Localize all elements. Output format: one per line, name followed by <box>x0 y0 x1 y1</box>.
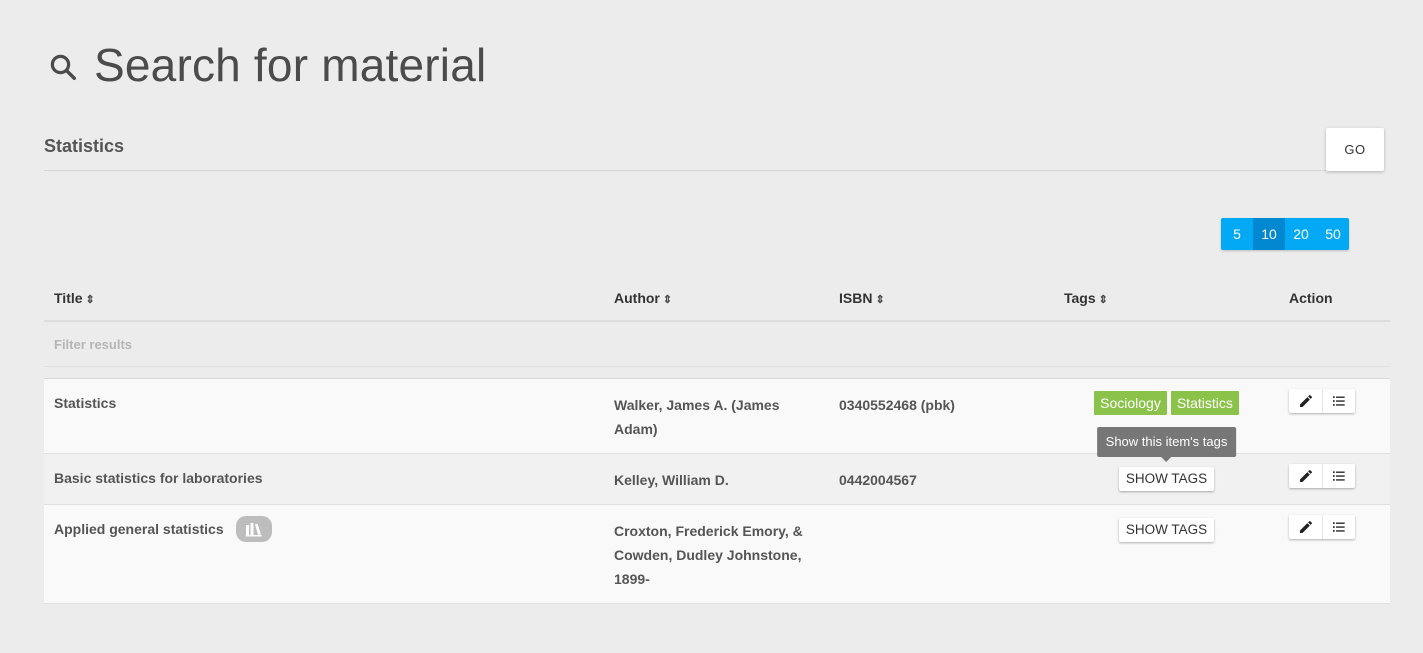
action-button-group <box>1289 514 1355 539</box>
page-title: Search for material <box>94 39 487 91</box>
table-row: Statistics Walker, James A. (James Adam)… <box>44 378 1390 462</box>
sort-icon: ⇕ <box>85 294 95 306</box>
title-cell[interactable]: Basic statistics for laboratories <box>44 453 604 505</box>
list-icon <box>1333 470 1345 481</box>
library-books-icon <box>235 515 272 542</box>
action-cell <box>1279 378 1390 454</box>
page-size-selector: 5 10 20 50 <box>1221 218 1349 250</box>
tags-cell: SHOW TAGS <box>1054 504 1279 604</box>
page-size-5-button[interactable]: 5 <box>1221 218 1253 250</box>
sort-icon: ⇕ <box>662 294 673 306</box>
list-button[interactable] <box>1322 388 1355 413</box>
column-header-action: Action <box>1279 276 1390 322</box>
search-input[interactable] <box>44 136 1244 157</box>
action-cell <box>1279 504 1390 604</box>
column-header-isbn[interactable]: ISBN ⇕ <box>829 276 1054 322</box>
table-header-row: Title ⇕ Author ⇕ ISBN ⇕ Tags ⇕ Action <box>44 276 1390 322</box>
table-row: Applied general statistics Croxton, Fred… <box>44 504 1390 604</box>
list-button[interactable] <box>1322 463 1355 488</box>
page-header: Search for material <box>48 38 486 92</box>
author-cell: Kelley, William D. <box>604 453 829 505</box>
isbn-cell: 0442004567 <box>829 453 1054 505</box>
search-bar: GO <box>44 128 1384 171</box>
author-cell: Walker, James A. (James Adam) <box>604 378 829 454</box>
show-tags-button[interactable]: SHOW TAGS <box>1118 466 1215 491</box>
list-icon <box>1333 521 1345 532</box>
table-row: Basic statistics for laboratories Kelley… <box>44 453 1390 505</box>
isbn-cell: 0340552468 (pbk) <box>829 378 1054 454</box>
filter-row <box>44 321 1390 367</box>
author-cell: Croxton, Frederick Emory, & Cowden, Dudl… <box>604 504 829 604</box>
page-size-20-button[interactable]: 20 <box>1285 218 1317 250</box>
go-button[interactable]: GO <box>1326 128 1384 171</box>
list-icon <box>1333 395 1345 406</box>
filter-input[interactable] <box>54 336 354 352</box>
pencil-icon <box>1299 469 1312 482</box>
tags-cell: Sociology Statistics Show this item's tag… <box>1054 378 1279 462</box>
edit-button[interactable] <box>1289 515 1322 539</box>
title-cell[interactable]: Statistics <box>44 378 604 454</box>
isbn-cell <box>829 504 1054 604</box>
edit-button[interactable] <box>1289 464 1322 488</box>
title-cell[interactable]: Applied general statistics <box>44 504 604 604</box>
page-size-10-button[interactable]: 10 <box>1253 218 1285 250</box>
action-button-group <box>1289 388 1355 413</box>
search-icon <box>50 54 76 80</box>
show-tags-button[interactable]: SHOW TAGS <box>1118 517 1215 542</box>
page-size-50-button[interactable]: 50 <box>1317 218 1349 250</box>
sort-icon: ⇕ <box>875 294 885 306</box>
action-cell <box>1279 453 1390 505</box>
list-button[interactable] <box>1322 514 1355 539</box>
column-header-author[interactable]: Author ⇕ <box>604 276 829 322</box>
column-header-title[interactable]: Title ⇕ <box>44 276 604 322</box>
action-button-group <box>1289 463 1355 488</box>
tags-tooltip: Show this item's tags <box>1096 426 1237 462</box>
pencil-icon <box>1299 394 1312 407</box>
tag-sociology[interactable]: Sociology <box>1094 390 1167 415</box>
results-table: Title⇕ Author⇕ ISBN⇕ Tags⇕ Action Statis… <box>44 276 1390 604</box>
tag-statistics[interactable]: Statistics <box>1170 390 1239 415</box>
pencil-icon <box>1299 520 1312 533</box>
edit-button[interactable] <box>1289 389 1322 413</box>
sort-icon: ⇕ <box>1098 294 1108 306</box>
title-text: Applied general statistics <box>54 520 224 537</box>
column-header-tags[interactable]: Tags ⇕ <box>1054 276 1279 322</box>
